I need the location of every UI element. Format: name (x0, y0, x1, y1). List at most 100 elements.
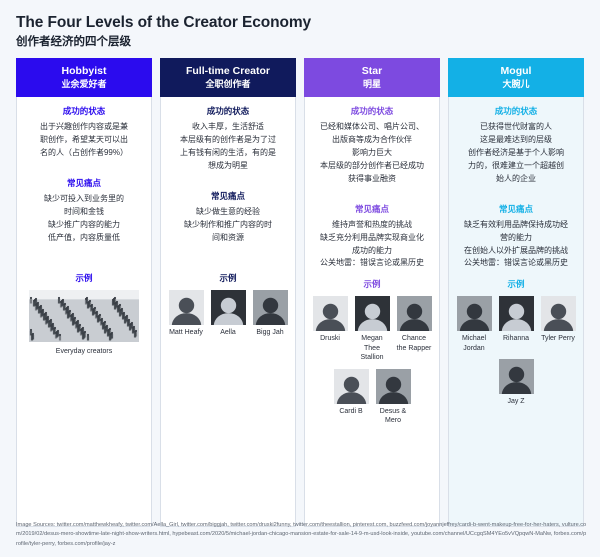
success-state-line: 上有钱有闲的生活，有的是 (180, 147, 276, 157)
example-item: Aella (210, 289, 246, 337)
success-state-line: 本层级的部分创作者已经成功 (320, 160, 424, 170)
success-state-line: 出于兴趣创作内容或是兼 (40, 121, 128, 131)
example-item: Everyday creators (24, 289, 144, 356)
example-item: Rihanna (498, 296, 534, 353)
pain-point-line: 缺少制作和推广内容的时 (184, 219, 272, 229)
example-label: Michael Jordan (461, 335, 487, 352)
example-item: Chance the Rapper (396, 296, 432, 362)
level-header-mogul: Mogul 大腕儿 (448, 58, 584, 97)
pain-point-line: 在创始人以外扩展品牌的挑战 (464, 245, 568, 255)
level-body-star: 成功的状态已经和媒体公司、唱片公司、 出版商等成为合作伙伴 影响力巨大本层级的部分创… (304, 96, 440, 527)
success-state-line: 名的人（占创作者99%） (39, 147, 128, 157)
pain-points-heading: 常见痛点 (498, 203, 533, 214)
pain-point-line: 低产值，内容质量低 (48, 232, 120, 242)
example-label: Rihanna (502, 335, 530, 343)
success-state-line: 想成为明星 (208, 160, 248, 170)
pain-point-line: 公关地雷：错误言论或黑历史 (464, 258, 568, 268)
example-item: Jay Z (498, 359, 534, 406)
level-column-hobbyist: Hobbyist 业余爱好者 成功的状态 出于兴趣创作内容或是兼 职创作，希望某天可以出… (16, 58, 152, 527)
success-state-heading: 成功的状态 (206, 105, 250, 116)
level-title-zh: 大腕儿 (502, 78, 530, 89)
level-header-hobbyist: Hobbyist 业余爱好者 (16, 58, 152, 97)
example-photo (333, 368, 369, 404)
image-sources-note: Image Sources: twitter.com/matthewkheafy… (16, 521, 587, 548)
example-label: Everyday creators (55, 347, 113, 355)
success-state-heading: 成功的状态 (494, 105, 538, 116)
pain-point-line: 公关地雷：错误言论或黑历史 (320, 258, 424, 268)
title-chinese: 创作者经济的四个层级 (16, 35, 131, 48)
level-body-fulltime: 成功的状态 收入丰厚，生活舒适 本层级有的创作者是为了过 上有钱有闲的生活，有的是 想成… (160, 96, 296, 527)
example-label: Tyler Perry (541, 335, 575, 343)
success-state-line: 已获得世代财富的人 (480, 121, 552, 131)
pain-point-line: 缺乏有效利用品牌保持成功经 (464, 219, 568, 229)
example-item: Michael Jordan (456, 296, 492, 353)
example-item: Tyler Perry (540, 296, 576, 353)
title-english: The Four Levels of the Creator Economy (16, 14, 312, 31)
example-photo (498, 296, 534, 332)
example-photo (312, 296, 348, 332)
example-label: Matt Heafy (169, 328, 203, 336)
example-label: Cardi B (339, 407, 363, 415)
pain-points-heading: 常见痛点 (210, 190, 245, 201)
pain-point-line: 营的能力 (500, 232, 532, 242)
pain-point-line: 维持声誉和热度的挑战 (332, 219, 412, 229)
example-item: Cardi B (333, 368, 369, 426)
pain-point-line: 缺乏充分利用品牌实现商业化 (320, 232, 424, 242)
example-photo (375, 368, 411, 404)
examples-heading: 示例 (75, 272, 93, 283)
examples-grid: Druski Megan Thee Stallion Chance the Rapp… (312, 296, 432, 425)
success-state-line: 力的，很难建立一个超越创 (468, 160, 564, 170)
success-state-line: 这是最难达到的层级 (480, 134, 552, 144)
level-title-zh: 全职创作者 (205, 78, 251, 89)
pain-points-heading: 常见痛点 (66, 177, 101, 188)
level-title-zh: 明星 (362, 78, 381, 89)
level-title-en: Star (361, 65, 383, 78)
example-photo (456, 296, 492, 332)
success-state-heading: 成功的状态 (62, 105, 106, 116)
level-column-mogul: Mogul 大腕儿 成功的状态 已获得世代财富的人 这是最难达到的层级 创作者经济是基于个… (448, 58, 584, 527)
example-label: Aella (220, 328, 236, 336)
level-column-star: Star 明星成功的状态已经和媒体公司、唱片公司、 出版商等成为合作伙伴 影响力巨大本… (304, 58, 440, 527)
example-label: Megan Thee Stallion (360, 335, 384, 362)
pain-point-line: 缺少做生意的经验 (196, 206, 260, 216)
examples-heading: 示例 (507, 279, 525, 290)
level-header-star: Star 明星 (304, 58, 440, 97)
example-photo (252, 289, 288, 325)
pain-point-line: 缺少推广内容的能力 (48, 219, 120, 229)
page-title: The Four Levels of the Creator Economy 创… (16, 14, 584, 49)
example-photo (354, 296, 390, 332)
example-item: Druski (312, 296, 348, 362)
example-label: Bigg Jah (256, 328, 284, 336)
pain-point-line: 时间和金钱 (64, 206, 104, 216)
success-state-line: 出版商等成为合作伙伴 (332, 134, 412, 144)
infographic-page: The Four Levels of the Creator Economy 创… (0, 0, 600, 557)
level-title-en: Mogul (500, 65, 532, 78)
level-title-en: Full-time Creator (185, 65, 270, 78)
examples-grid: Michael Jordan Rihanna Tyler Perry Jay Z (456, 296, 576, 406)
examples-heading: 示例 (219, 272, 237, 283)
example-photo (210, 289, 246, 325)
level-title-zh: 业余爱好者 (61, 78, 107, 89)
success-state-line: 本层级有的创作者是为了过 (180, 134, 276, 144)
examples-heading: 示例 (363, 279, 381, 290)
levels-columns: Hobbyist 业余爱好者 成功的状态 出于兴趣创作内容或是兼 职创作，希望某天可以出… (16, 58, 584, 527)
examples-grid: Everyday creators (24, 289, 144, 356)
pain-point-line: 缺少可投入到业务里的 (44, 193, 124, 203)
success-state-line: 已经和媒体公司、唱片公司、 (320, 121, 424, 131)
pain-point-line: 成功的能力 (352, 245, 392, 255)
level-body-hobbyist: 成功的状态 出于兴趣创作内容或是兼 职创作，希望某天可以出 名的人（占创作者99%） 常… (16, 96, 152, 527)
example-label: Chance the Rapper (396, 335, 432, 352)
example-label: Desus & Mero (379, 407, 407, 425)
pain-point-line: 间和资源 (212, 232, 244, 242)
success-state-heading: 成功的状态 (350, 105, 394, 116)
example-item: Bigg Jah (252, 289, 288, 337)
success-state-line: 影响力巨大 (352, 147, 392, 157)
example-photo (540, 296, 576, 332)
level-column-fulltime: Full-time Creator 全职创作者成功的状态 收入丰厚，生活舒适 本层级有… (160, 58, 296, 527)
